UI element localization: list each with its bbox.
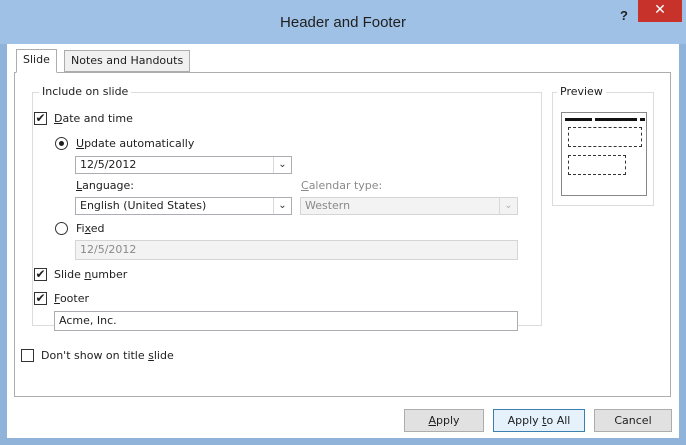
slide-number-checkbox[interactable]: ✔ <box>34 268 47 281</box>
preview-label: Preview <box>557 85 606 99</box>
date-format-dropdown[interactable]: 12/5/2012 ⌄ <box>75 156 292 174</box>
apply-to-all-button[interactable]: Apply to All <box>493 409 585 432</box>
dialog-body: Slide Notes and Handouts Include on slid… <box>7 44 679 438</box>
header-footer-dialog: Header and Footer ? ✕ Slide Notes and Ha… <box>0 0 686 445</box>
footer-text-input[interactable]: Acme, Inc. <box>54 311 518 331</box>
update-automatically-radio[interactable] <box>55 137 68 150</box>
date-time-label: Date and time <box>54 112 133 125</box>
close-button[interactable]: ✕ <box>638 0 682 22</box>
checkmark-icon: ✔ <box>35 111 46 125</box>
preview-group: Preview <box>552 85 654 206</box>
preview-content-placeholder <box>568 155 626 175</box>
calendar-type-value: Western <box>305 199 351 212</box>
dont-show-on-title-slide-checkbox[interactable] <box>21 349 34 362</box>
close-icon: ✕ <box>654 2 666 18</box>
footer-label: Footer <box>54 292 90 305</box>
title-bar[interactable]: Header and Footer ? ✕ <box>0 0 686 44</box>
include-on-slide-label: Include on slide <box>39 85 132 99</box>
checkmark-icon: ✔ <box>35 267 46 281</box>
calendar-type-dropdown: Western ⌄ <box>300 197 518 215</box>
preview-slide-thumbnail <box>561 112 647 196</box>
language-label: Language: <box>76 179 135 192</box>
fixed-label: Fixed <box>76 222 105 235</box>
calendar-type-label: Calendar type: <box>301 179 383 192</box>
slide-tab-panel: Include on slide ✔ Date and time Update … <box>14 72 671 397</box>
dialog-title: Header and Footer <box>280 14 406 31</box>
fixed-radio[interactable] <box>55 222 68 235</box>
preview-number-placeholder <box>640 118 645 121</box>
tab-notes-and-handouts[interactable]: Notes and Handouts <box>64 50 191 72</box>
language-dropdown[interactable]: English (United States) ⌄ <box>75 197 292 215</box>
preview-title-placeholder <box>568 127 642 147</box>
checkmark-icon: ✔ <box>35 291 46 305</box>
chevron-down-icon: ⌄ <box>499 198 517 214</box>
apply-button[interactable]: Apply <box>404 409 484 432</box>
tab-slide[interactable]: Slide <box>16 49 57 73</box>
chevron-down-icon[interactable]: ⌄ <box>273 198 291 214</box>
preview-date-placeholder <box>565 118 592 121</box>
footer-checkbox[interactable]: ✔ <box>34 292 47 305</box>
date-time-checkbox[interactable]: ✔ <box>34 112 47 125</box>
help-button[interactable]: ? <box>612 8 636 26</box>
dont-show-on-title-slide-label: Don't show on title slide <box>41 349 174 362</box>
chevron-down-icon[interactable]: ⌄ <box>273 157 291 173</box>
cancel-button[interactable]: Cancel <box>594 409 672 432</box>
fixed-date-field: 12/5/2012 <box>75 240 518 260</box>
slide-number-label: Slide number <box>54 268 128 281</box>
preview-footer-placeholder <box>595 118 637 121</box>
language-value: English (United States) <box>80 199 207 212</box>
update-automatically-label: Update automatically <box>76 137 195 150</box>
date-format-value: 12/5/2012 <box>80 158 137 171</box>
